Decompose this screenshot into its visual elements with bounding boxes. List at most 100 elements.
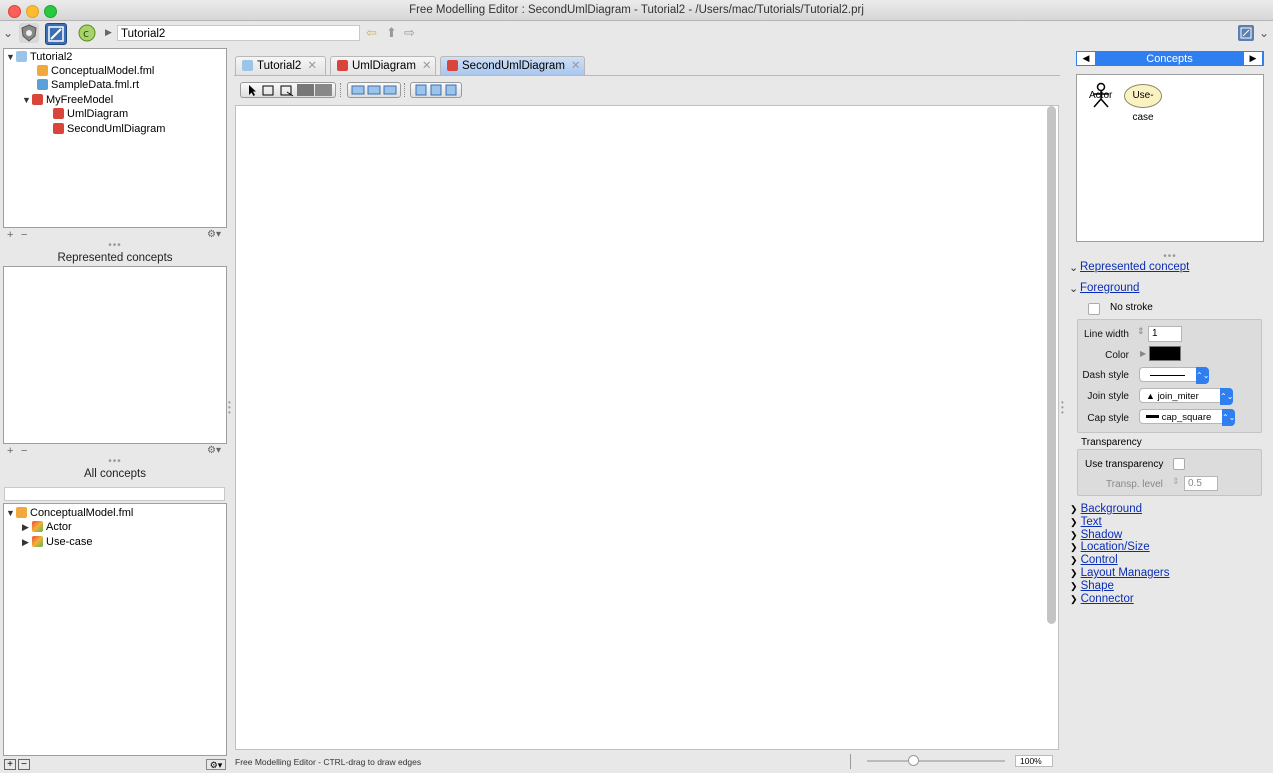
chevron-down-icon[interactable]: ▼ (22, 93, 32, 107)
splitter-handle[interactable]: ••• (3, 240, 227, 251)
join-style-select[interactable]: ▲ join_miter ⌃⌄ (1139, 388, 1233, 405)
collapse-right-icon[interactable]: ⌄ (1259, 26, 1269, 40)
breadcrumb-field[interactable]: Tutorial2 (117, 25, 360, 41)
collapse-left-icon[interactable]: ⌄ (3, 26, 13, 40)
splitter-handle[interactable]: ••• (3, 456, 227, 467)
section-location-size[interactable]: ❯ Location/Size (1070, 541, 1250, 554)
cap-style-select[interactable]: cap_square ⌃⌄ (1139, 409, 1235, 426)
detach-view-icon[interactable] (1238, 25, 1254, 41)
color-swatch[interactable] (1149, 346, 1181, 361)
zoom-slider-track[interactable] (867, 760, 1005, 762)
module-shield-icon[interactable] (19, 23, 39, 43)
tree-root-row[interactable]: ▼ ConceptualModel.fml (6, 506, 133, 520)
toolbar-separator (340, 83, 343, 97)
palette-item-use-case[interactable]: Use-case (1124, 84, 1162, 123)
up-arrow-icon[interactable]: ⬆ (386, 25, 397, 41)
forward-arrow-icon[interactable]: ⇨ (404, 25, 415, 41)
tree-item-umldiagram[interactable]: UmlDiagram (53, 107, 128, 121)
fml-file-icon (37, 65, 48, 76)
minimize-window-button[interactable] (26, 5, 39, 18)
concept-item-actor[interactable]: ▶ Actor (22, 520, 72, 534)
tab-seconduml[interactable]: SecondUmlDiagram ✕ (440, 56, 585, 75)
tree-item-label: SampleData.fml.rt (51, 79, 140, 91)
color-expand-icon[interactable]: ▶ (1140, 349, 1146, 358)
join-miter-icon: ▲ (1146, 391, 1155, 401)
align-tools-group[interactable] (347, 82, 401, 98)
chevron-down-icon[interactable]: ⌄ (1069, 282, 1078, 295)
gear-icon[interactable]: ⚙▾ (207, 445, 221, 456)
palette-prev-icon[interactable]: ◀ (1077, 52, 1095, 65)
diagram-canvas[interactable] (235, 105, 1059, 750)
section-shadow[interactable]: ❯ Shadow (1070, 529, 1250, 542)
remove-icon[interactable]: − (18, 759, 30, 770)
chevron-right-icon: ❯ (1070, 504, 1078, 514)
chevron-down-icon[interactable]: ▼ (6, 50, 16, 64)
diagram-editor-module-icon[interactable] (45, 23, 67, 45)
section-background[interactable]: ❯ Background (1070, 503, 1250, 516)
back-arrow-icon[interactable]: ⇦ (366, 25, 377, 41)
zoom-slider-thumb[interactable] (907, 755, 919, 766)
dash-style-select[interactable]: ⌃⌄ (1139, 367, 1209, 384)
section-text[interactable]: ❯ Text (1070, 516, 1250, 529)
add-icon[interactable]: + (4, 759, 16, 770)
section-shape[interactable]: ❯ Shape (1070, 580, 1250, 593)
chevron-down-icon[interactable]: ▼ (6, 506, 16, 520)
breadcrumb-text: Tutorial2 (121, 28, 166, 40)
tree-item-conceptual-model[interactable]: ConceptualModel.fml (37, 64, 154, 78)
splitter-handle-right[interactable]: • • • (1061, 399, 1065, 420)
gear-icon[interactable]: ⚙▾ (207, 229, 221, 240)
chevron-right-icon[interactable]: ▶ (22, 520, 32, 534)
represented-concept-section[interactable]: Represented concept (1080, 261, 1189, 273)
use-transparency-checkbox[interactable] (1173, 458, 1185, 470)
window-title: Free Modelling Editor : SecondUmlDiagram… (409, 4, 864, 16)
gear-icon[interactable]: ⚙▾ (206, 759, 226, 770)
stepper-icon[interactable]: ⇕ (1172, 476, 1180, 487)
line-width-field[interactable]: 1 (1148, 326, 1182, 342)
foreground-section[interactable]: Foreground (1080, 282, 1139, 294)
rectangle-tool-icon (262, 85, 274, 96)
no-stroke-checkbox[interactable] (1088, 303, 1100, 315)
section-label[interactable]: Shape (1081, 580, 1114, 592)
section-connector[interactable]: ❯ Connector (1070, 593, 1250, 606)
canvas-scrollbar[interactable] (1047, 106, 1056, 624)
stepper-icon[interactable]: ⇕ (1137, 326, 1147, 341)
section-label[interactable]: Text (1081, 516, 1102, 528)
splitter-handle-left[interactable]: • • • (228, 399, 232, 420)
close-window-button[interactable] (8, 5, 21, 18)
section-label[interactable]: Shadow (1081, 529, 1123, 541)
concepts-search-input[interactable] (4, 487, 225, 501)
chevron-down-icon[interactable]: ⌄ (1069, 261, 1078, 274)
section-label[interactable]: Location/Size (1081, 541, 1150, 553)
chevron-right-icon[interactable]: ▶ (22, 535, 32, 549)
palette-next-icon[interactable]: ▶ (1244, 52, 1262, 65)
diagram-icon (53, 123, 64, 134)
tree-root-row[interactable]: ▼ Tutorial2 (6, 50, 72, 64)
distribute-tools-group[interactable] (410, 82, 462, 98)
tree-item-sample-data[interactable]: SampleData.fml.rt (37, 78, 139, 92)
section-label[interactable]: Control (1081, 554, 1118, 566)
section-label[interactable]: Connector (1081, 593, 1134, 605)
solid-line-icon (1150, 375, 1185, 376)
section-control[interactable]: ❯ Control (1070, 554, 1250, 567)
close-tab-icon[interactable]: ✕ (571, 60, 581, 72)
section-layout-managers[interactable]: ❯ Layout Managers (1070, 567, 1250, 580)
section-label[interactable]: Layout Managers (1081, 567, 1170, 579)
close-tab-icon[interactable]: ✕ (422, 60, 432, 72)
transparency-group (1077, 449, 1262, 496)
section-label[interactable]: Background (1081, 503, 1142, 515)
tree-item-label: MyFreeModel (46, 94, 114, 106)
transp-level-field[interactable]: 0.5 (1184, 476, 1218, 491)
tab-umldiagram[interactable]: UmlDiagram ✕ (330, 56, 436, 75)
selection-tools-group (240, 82, 336, 98)
tree-item-myfreemodel[interactable]: ▼ MyFreeModel (22, 93, 113, 107)
palette-item-label: Use-case (1132, 90, 1154, 123)
zoom-field[interactable]: 100% (1015, 755, 1053, 767)
close-tab-icon[interactable]: ✕ (307, 60, 317, 72)
project-icon (242, 60, 253, 71)
tree-item-seconduml[interactable]: SecondUmlDiagram (53, 122, 165, 136)
tab-tutorial2[interactable]: Tutorial2 ✕ (235, 56, 326, 75)
concept-item-use-case[interactable]: ▶ Use-case (22, 535, 92, 549)
palette-item-actor[interactable]: Actor (1088, 82, 1118, 110)
zoom-window-button[interactable] (44, 5, 57, 18)
fml-module-icon[interactable]: c (77, 23, 97, 43)
